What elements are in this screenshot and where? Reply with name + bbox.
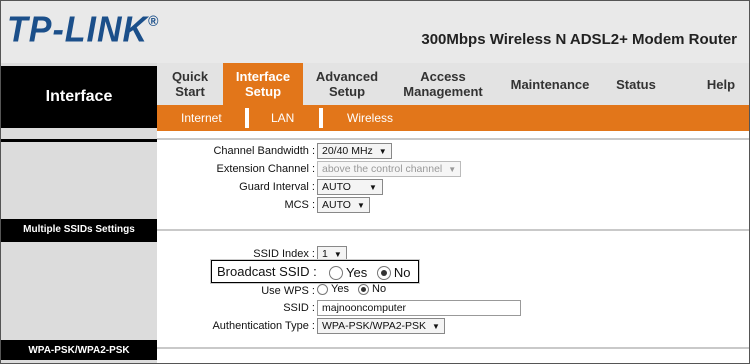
subnav-internet[interactable]: Internet — [181, 105, 222, 131]
sidebar-divider — [1, 239, 157, 242]
extension-channel-label: Extension Channel : — [216, 163, 315, 175]
brand-logo: TP-LINK® — [7, 10, 160, 50]
main-nav: Quick Start Interface Setup Advanced Set… — [157, 63, 749, 105]
nav-access-management[interactable]: Access Management — [391, 63, 495, 105]
sidebar-label-multiple-ssids: Multiple SSIDs Settings — [1, 219, 157, 239]
mcs-select[interactable]: AUTO ▼ — [317, 197, 370, 213]
nav-interface-setup[interactable]: Interface Setup — [223, 63, 303, 105]
broadcast-ssid-label: Broadcast SSID : — [217, 264, 317, 279]
guard-interval-label: Guard Interval : — [239, 181, 315, 193]
broadcast-ssid-no-label: No — [393, 265, 411, 281]
chevron-down-icon: ▼ — [448, 165, 457, 174]
subnav-lan[interactable]: LAN — [271, 105, 294, 131]
row-guard-interval: Guard Interval : AUTO ▼ — [157, 179, 749, 197]
auth-type-label: Authentication Type : — [212, 320, 315, 332]
row-extension-channel: Extension Channel : above the control ch… — [157, 161, 749, 179]
chevron-down-icon: ▼ — [378, 147, 387, 156]
guard-interval-select[interactable]: AUTO ▼ — [317, 179, 383, 195]
ssid-label: SSID : — [283, 302, 315, 314]
chevron-down-icon: ▼ — [368, 183, 377, 192]
row-mcs: MCS : AUTO ▼ — [157, 197, 749, 215]
model-name: 300Mbps Wireless N ADSL2+ Modem Router — [421, 31, 737, 48]
sidebar-divider — [1, 139, 157, 142]
extension-channel-select: above the control channel ▼ — [317, 161, 462, 177]
subnav-divider — [319, 108, 323, 128]
row-use-wps: Use WPS : Yes No — [157, 283, 749, 301]
channel-bandwidth-label: Channel Bandwidth : — [213, 145, 315, 157]
nav-status[interactable]: Status — [605, 63, 667, 105]
row-ssid: SSID : majnooncomputer — [157, 300, 749, 318]
use-wps-no-label: No — [372, 283, 387, 296]
chevron-down-icon: ▼ — [356, 201, 365, 210]
content-divider — [157, 138, 749, 140]
use-wps-label: Use WPS : — [261, 285, 315, 297]
broadcast-ssid-no-radio[interactable] — [376, 265, 391, 280]
sidebar-label-wpa: WPA-PSK/WPA2-PSK — [1, 340, 157, 360]
content-divider — [157, 229, 749, 231]
mcs-label: MCS : — [284, 199, 315, 211]
sidebar-title: Interface — [1, 66, 157, 128]
row-auth-type: Authentication Type : WPA-PSK/WPA2-PSK ▼ — [157, 318, 749, 336]
sidebar: Interface — [1, 63, 157, 363]
chevron-down-icon: ▼ — [432, 322, 440, 331]
use-wps-yes-label: Yes — [331, 283, 349, 296]
ssid-input[interactable]: majnooncomputer — [317, 300, 521, 316]
header: TP-LINK® 300Mbps Wireless N ADSL2+ Modem… — [1, 1, 749, 63]
broadcast-ssid-highlight: Broadcast SSID : Yes No — [211, 260, 419, 283]
nav-help[interactable]: Help — [693, 63, 749, 105]
use-wps-no-radio[interactable] — [358, 283, 370, 295]
auth-type-select[interactable]: WPA-PSK/WPA2-PSK ▼ — [317, 318, 445, 334]
sub-nav: Internet LAN Wireless — [157, 105, 749, 131]
router-admin-page: TP-LINK® 300Mbps Wireless N ADSL2+ Modem… — [0, 0, 750, 364]
channel-bandwidth-select[interactable]: 20/40 MHz ▼ — [317, 143, 392, 159]
subnav-divider — [245, 108, 249, 128]
content-divider — [157, 347, 749, 349]
broadcast-ssid-yes-radio[interactable] — [329, 265, 343, 280]
nav-advanced-setup[interactable]: Advanced Setup — [303, 63, 391, 105]
chevron-down-icon: ▼ — [333, 250, 342, 259]
broadcast-ssid-yes-label: Yes — [346, 265, 368, 281]
ssid-index-label: SSID Index : — [253, 248, 315, 260]
row-channel-bandwidth: Channel Bandwidth : 20/40 MHz ▼ — [157, 143, 749, 161]
subnav-wireless[interactable]: Wireless — [347, 105, 393, 131]
nav-quick-start[interactable]: Quick Start — [157, 63, 223, 105]
use-wps-yes-radio[interactable] — [317, 283, 328, 295]
nav-maintenance[interactable]: Maintenance — [495, 63, 605, 105]
